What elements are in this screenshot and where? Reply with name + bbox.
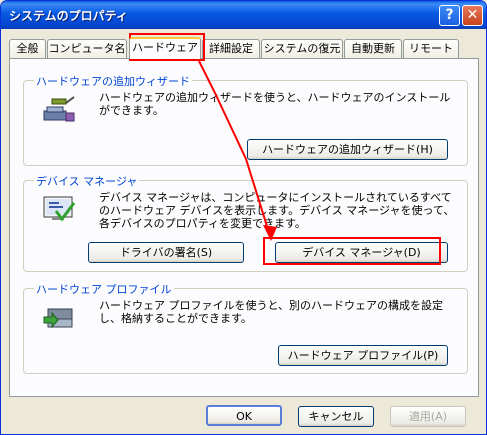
add-hardware-group-title: ハードウェアの追加ウィザード	[34, 73, 192, 89]
hardware-tab-panel: ハードウェアの追加ウィザード ハードウェアの追加ウィザードを使うと、ハードウェア…	[9, 58, 479, 397]
tab-computer-name[interactable]: コンピュータ名	[47, 39, 127, 58]
tab-general[interactable]: 全般	[9, 39, 46, 58]
hardware-profiles-group: ハードウェア プロファイル ハードウェア プロファイルを使うと、別のハードウェア…	[23, 281, 468, 374]
tab-remote[interactable]: リモート	[403, 39, 459, 58]
tab-advanced[interactable]: 詳細設定	[202, 39, 260, 58]
device-manager-button[interactable]: デバイス マネージャ(D)	[275, 242, 448, 263]
window-title: システムのプロパティ	[9, 9, 128, 23]
driver-signing-button[interactable]: ドライバの署名(S)	[88, 242, 244, 263]
help-button[interactable]: ?	[439, 5, 460, 26]
add-hardware-wizard-button[interactable]: ハードウェアの追加ウィザード(H)	[247, 139, 448, 160]
hardware-profiles-description: ハードウェア プロファイルを使うと、別のハードウェアの構成を設定し、格納すること…	[99, 299, 444, 325]
device-manager-icon	[43, 196, 76, 222]
tab-system-restore[interactable]: システムの復元	[261, 39, 343, 58]
add-hardware-group: ハードウェアの追加ウィザード ハードウェアの追加ウィザードを使うと、ハードウェア…	[23, 73, 468, 166]
hardware-profiles-group-title: ハードウェア プロファイル	[34, 281, 174, 297]
ok-button[interactable]: OK	[206, 405, 282, 426]
apply-button[interactable]: 適用(A)	[390, 406, 466, 427]
add-hardware-description: ハードウェアの追加ウィザードを使うと、ハードウェアのインストールができます。	[99, 91, 451, 117]
device-manager-group-title: デバイス マネージャ	[34, 173, 140, 189]
system-properties-dialog: システムのプロパティ ? ✕ 全般 コンピュータ名 ハードウェア 詳細設定 シス…	[0, 0, 487, 435]
tab-hardware[interactable]: ハードウェア	[129, 37, 201, 59]
device-manager-group: デバイス マネージャ デバイス マネージャは、コンピュータにインストールされてい…	[23, 173, 468, 272]
cancel-button[interactable]: キャンセル	[298, 406, 374, 427]
hardware-wizard-icon	[43, 96, 75, 122]
device-manager-description: デバイス マネージャは、コンピュータにインストールされているすべてのハードウェア…	[99, 191, 455, 230]
hardware-profile-icon	[43, 308, 73, 329]
dialog-button-bar: OK キャンセル 適用(A)	[1, 401, 486, 434]
title-bar[interactable]: システムのプロパティ ? ✕	[1, 1, 486, 29]
close-button[interactable]: ✕	[462, 5, 483, 26]
tab-automatic-updates[interactable]: 自動更新	[344, 39, 402, 58]
hardware-profiles-button[interactable]: ハードウェア プロファイル(P)	[278, 345, 448, 366]
